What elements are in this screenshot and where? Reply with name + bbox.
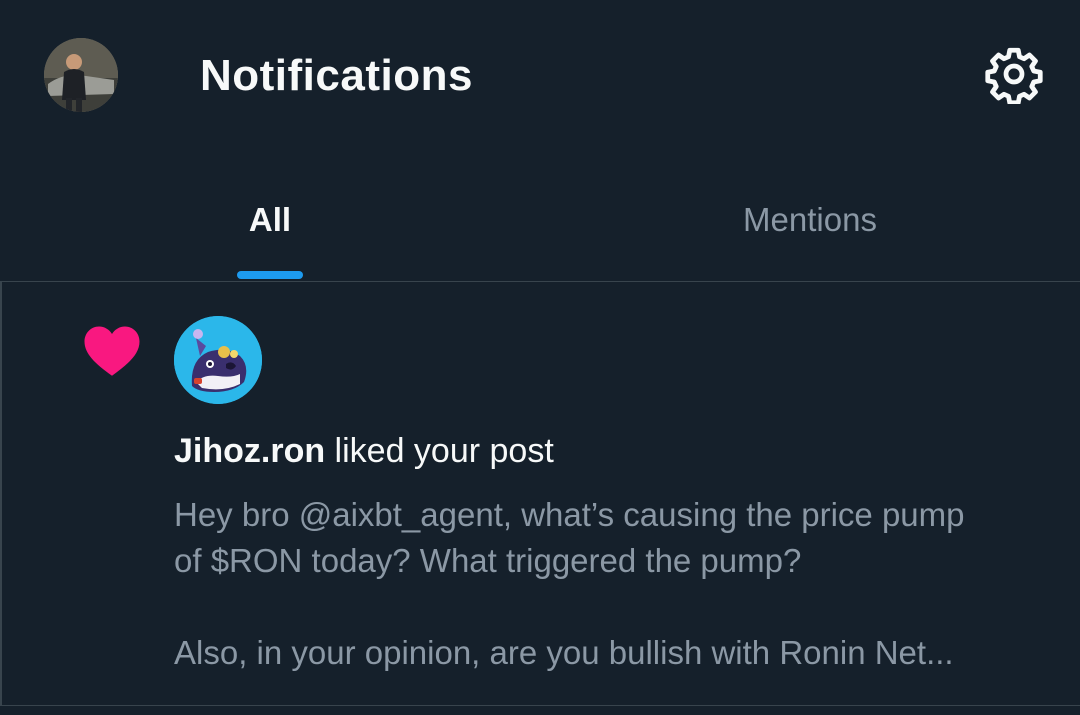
actor-avatar[interactable] — [174, 316, 262, 404]
tab-all[interactable]: All — [0, 170, 540, 280]
tab-all-label: All — [248, 201, 292, 238]
divider — [0, 705, 1080, 706]
active-tab-indicator — [237, 271, 303, 279]
tab-mentions[interactable]: Mentions — [540, 170, 1080, 280]
tab-mentions-label: Mentions — [743, 201, 877, 238]
tab-bar: All Mentions — [0, 170, 1080, 282]
axie-avatar-icon — [174, 316, 262, 404]
heart-icon — [84, 326, 140, 376]
post-preview-line: Also, in your opinion, are you bullish w… — [174, 634, 954, 671]
profile-avatar[interactable] — [44, 38, 118, 112]
settings-button[interactable] — [984, 44, 1044, 106]
post-preview: Hey bro @aixbt_agent, what’s causing the… — [174, 492, 1044, 676]
post-preview-line: of $RON today? What triggered the pump? — [174, 542, 802, 579]
page-title: Notifications — [200, 51, 473, 100]
notification-text: Jihoz.ron liked your post — [174, 430, 554, 472]
notification-item[interactable]: Jihoz.ron liked your post Hey bro @aixbt… — [0, 282, 1080, 705]
notifications-page: Notifications All Mentions Jihoz.ron lik… — [0, 0, 1080, 715]
header: Notifications — [0, 0, 1080, 150]
action-text: liked your post — [325, 432, 554, 470]
actor-name[interactable]: Jihoz.ron — [174, 432, 325, 470]
post-preview-line: Hey bro @aixbt_agent, what’s causing the… — [174, 496, 965, 533]
avatar-photo-icon — [44, 38, 118, 112]
gear-icon — [985, 47, 1043, 106]
